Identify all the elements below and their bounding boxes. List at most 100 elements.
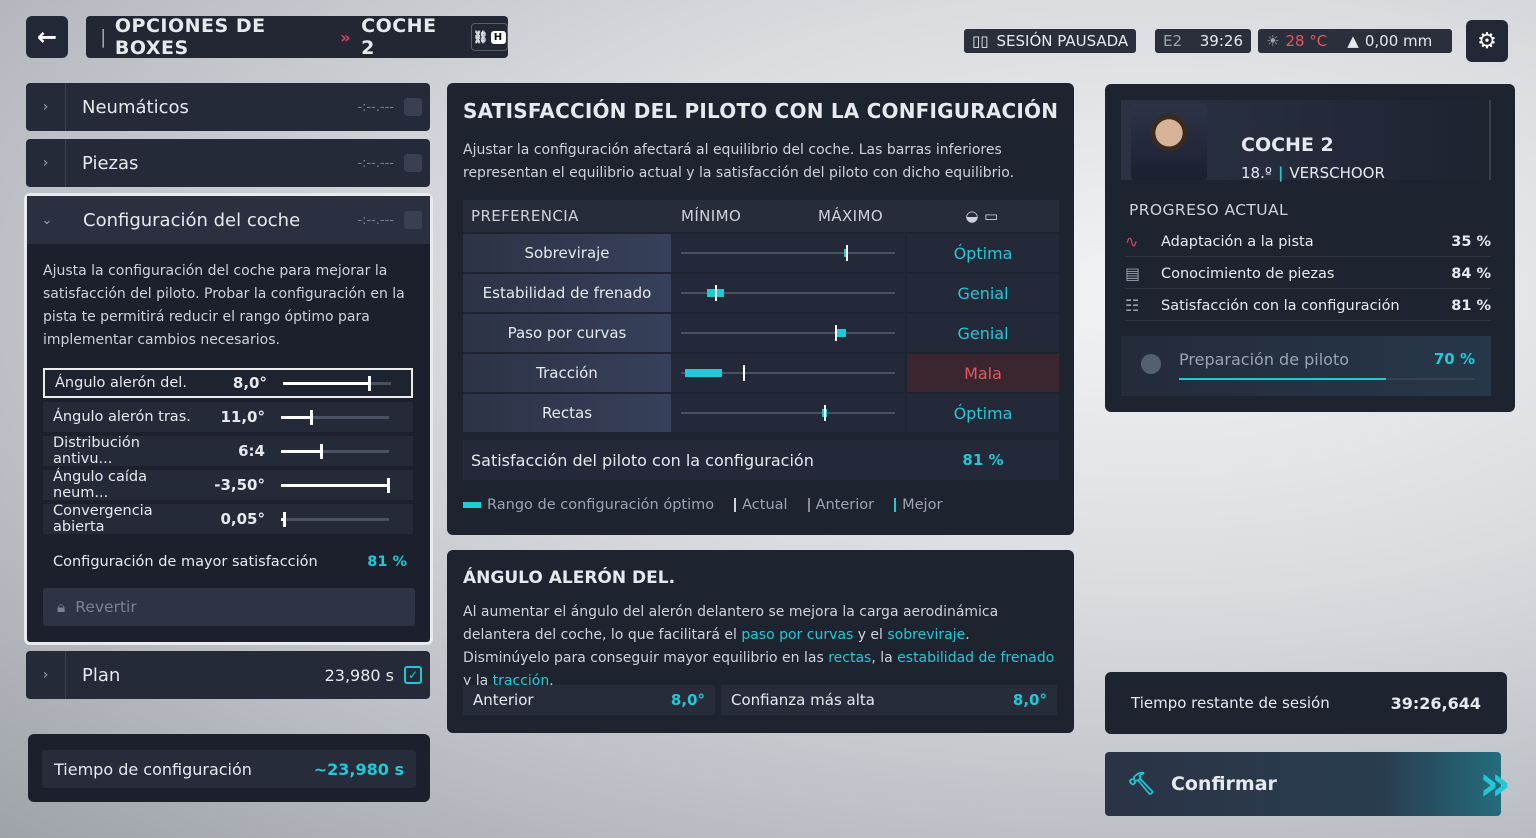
slider-track[interactable] <box>281 443 389 459</box>
setup-slider-row[interactable]: Distribución antivu... 6:4 <box>43 435 413 467</box>
arrow-left-icon: ← <box>36 23 58 51</box>
link-cornering[interactable]: paso por curvas <box>741 627 853 643</box>
checkbox[interactable] <box>404 211 422 229</box>
wing-title: ÁNGULO ALERÓN DEL. <box>463 568 676 588</box>
prep-progress-bar <box>1179 378 1475 380</box>
accordion-parts[interactable]: › Piezas -:--.--- <box>26 139 430 187</box>
previous-marker <box>807 498 810 512</box>
link-braking[interactable]: estabilidad de frenado <box>897 650 1054 666</box>
confirm-button[interactable]: 🔨︎ Confirmar » <box>1105 752 1512 816</box>
checkbox[interactable] <box>404 98 422 116</box>
rain-icon: ▲ <box>1347 32 1359 50</box>
rating-badge: Genial <box>907 274 1059 312</box>
tools-icon: 🔨︎ <box>1127 771 1155 797</box>
chevrons-icon: » <box>1478 754 1512 812</box>
current-marker <box>743 365 746 381</box>
slider-handle <box>320 443 324 459</box>
balance-row: Rectas Óptima <box>463 394 1059 432</box>
balance-bar <box>671 314 905 352</box>
gear-icon: ⚙ <box>1477 28 1497 54</box>
slider-handle <box>283 511 287 527</box>
balance-bar <box>671 234 905 272</box>
current-marker <box>734 498 737 512</box>
accordion-plan[interactable]: › Plan 23,980 s ✓ <box>26 651 430 699</box>
settings-sliders-icon: ☷ <box>1125 296 1140 315</box>
setup-slider-row[interactable]: Ángulo caída neum... -3,50° <box>43 469 413 501</box>
track-icon: ∿ <box>1125 232 1139 251</box>
revert-button[interactable]: 🔒︎ Revertir <box>43 588 415 626</box>
chevron-right-icon: › <box>26 139 66 187</box>
hotkey-badge: H <box>490 30 506 44</box>
slider-handle <box>310 409 314 425</box>
previous-value: Anterior 8,0° <box>463 685 715 715</box>
lock-toggle[interactable]: ⛓ H <box>470 23 508 51</box>
breadcrumb-separator: » <box>340 27 352 47</box>
session-timer: E2 39:26 <box>1155 29 1251 53</box>
setup-description: Ajusta la configuración del coche para m… <box>43 263 405 348</box>
link-oversteer[interactable]: sobreviraje <box>887 627 965 643</box>
current-marker <box>715 285 718 301</box>
rating-badge: Mala <box>907 354 1059 392</box>
setup-time-panel: Tiempo de configuración ~23,980 s <box>28 734 430 802</box>
balance-row: Sobreviraje Óptima <box>463 234 1059 272</box>
best-setup-row: Configuración de mayor satisfacción 81 % <box>53 554 407 570</box>
balance-bar <box>671 354 905 392</box>
page-title: OPCIONES DE BOXES <box>114 15 266 59</box>
driver-avatar <box>1131 104 1207 180</box>
optimal-range <box>685 369 722 377</box>
chevron-down-icon: ⌄ <box>41 212 53 228</box>
pause-icon: ▯▯ <box>972 32 989 50</box>
setup-panel: ⌄ Configuración del coche -:--.--- Ajust… <box>24 193 433 645</box>
rating-badge: Óptima <box>907 394 1059 432</box>
progress-row: ▤ Conocimiento de piezas 84 % <box>1125 259 1491 289</box>
lock-icon: 🔒︎ <box>57 597 66 616</box>
wing-info-panel: ÁNGULO ALERÓN DEL. Al aumentar el ángulo… <box>447 550 1074 733</box>
table-header: PREFERENCIA MÍNIMO MÁXIMO ◒ ▭ <box>463 200 1059 232</box>
progress-title: PROGRESO ACTUAL <box>1129 201 1289 219</box>
best-marker <box>894 498 897 512</box>
setup-slider-row[interactable]: Ángulo alerón tras. 11,0° <box>43 402 413 432</box>
slider-track[interactable] <box>281 511 389 527</box>
accordion-tyres[interactable]: › Neumáticos -:--.--- <box>26 83 430 131</box>
balance-bar <box>671 274 905 312</box>
chevron-right-icon: › <box>26 83 66 131</box>
satisfaction-panel: SATISFACCIÓN DEL PILOTO CON LA CONFIGURA… <box>447 83 1074 535</box>
car-title: COCHE 2 <box>361 15 437 59</box>
link-straights[interactable]: rectas <box>828 650 871 666</box>
settings-button[interactable]: ⚙ <box>1466 20 1508 62</box>
parts-icon: ▤ <box>1125 264 1141 283</box>
satisfaction-summary: Satisfacción del piloto con la configura… <box>463 440 1059 480</box>
legend: Rango de configuración óptimo Actual Ant… <box>463 497 942 513</box>
progress-row: ☷ Satisfacción con la configuración 81 % <box>1125 291 1491 321</box>
breadcrumb: | OPCIONES DE BOXES » COCHE 2 ⛓ H <box>86 15 508 59</box>
back-button[interactable]: ← <box>26 16 68 58</box>
sun-icon: ☀ <box>1266 32 1280 50</box>
balance-row: Paso por curvas Genial <box>463 314 1059 352</box>
setup-slider-row[interactable]: Convergencia abierta 0,05° <box>43 503 413 535</box>
current-marker <box>835 325 838 341</box>
setup-slider-row[interactable]: Ángulo alerón del. 8,0° <box>43 368 413 398</box>
setup-time-row: Tiempo de configuración ~23,980 s <box>42 750 416 788</box>
satisfaction-title: SATISFACCIÓN DEL PILOTO CON LA CONFIGURA… <box>463 99 1059 123</box>
rating-badge: Óptima <box>907 234 1059 272</box>
range-swatch <box>463 502 481 508</box>
rating-badge: Genial <box>907 314 1059 352</box>
slider-track[interactable] <box>281 477 390 493</box>
current-marker <box>845 245 848 261</box>
slider-track[interactable] <box>283 375 391 391</box>
helmet-check-icon <box>1141 354 1161 374</box>
accordion-setup[interactable]: ⌄ Configuración del coche -:--.--- <box>27 196 430 244</box>
slider-track[interactable] <box>281 409 389 425</box>
slider-handle <box>368 375 372 391</box>
best-confidence-value: Confianza más alta 8,0° <box>721 685 1057 715</box>
driver-card: COCHE 2 18.º | VERSCHOOR <box>1121 100 1491 182</box>
driver-prep: Preparación de piloto 70 % <box>1121 336 1491 396</box>
checkbox[interactable] <box>404 154 422 172</box>
chevron-right-icon: › <box>26 651 66 699</box>
balance-bar <box>671 394 905 432</box>
progress-row: ∿ Adaptación a la pista 35 % <box>1125 227 1491 257</box>
driver-name: VERSCHOOR <box>1289 164 1385 182</box>
remaining-time-panel: Tiempo restante de sesión 39:26,644 <box>1105 672 1507 734</box>
checkbox-checked-icon[interactable]: ✓ <box>404 666 422 684</box>
current-marker <box>824 405 827 421</box>
